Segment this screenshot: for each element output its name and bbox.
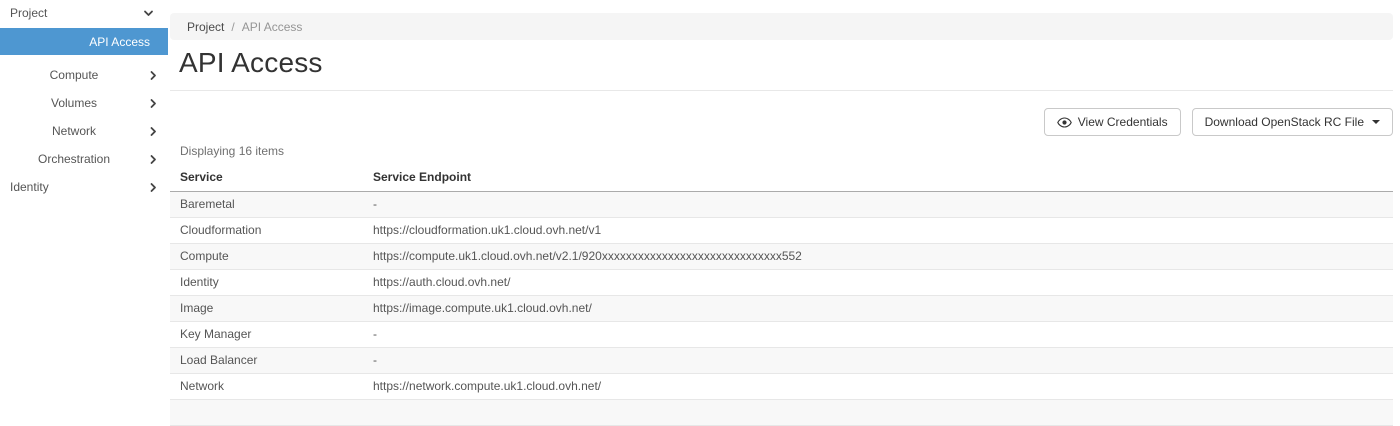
- chevron-right-icon: [148, 126, 159, 137]
- chevron-right-icon: [148, 70, 159, 81]
- sidebar-section-label: Network: [0, 124, 148, 138]
- page-title: API Access: [179, 47, 323, 79]
- sidebar-section[interactable]: Volumes: [0, 89, 168, 117]
- sidebar-item-identity[interactable]: Identity: [0, 173, 168, 201]
- download-rc-file-label: Download OpenStack RC File: [1205, 115, 1364, 129]
- caret-down-icon: [1372, 120, 1380, 124]
- column-header-service-endpoint: Service Endpoint: [363, 163, 1393, 191]
- sidebar-section[interactable]: Network: [0, 117, 168, 145]
- sidebar-api-access-label: API Access: [89, 35, 150, 49]
- table-row: Key Manager -: [170, 321, 1393, 347]
- view-credentials-label: View Credentials: [1078, 115, 1168, 129]
- service-cell: Compute: [170, 243, 363, 269]
- sidebar-project-label: Project: [10, 6, 47, 20]
- breadcrumb-project-link[interactable]: Project: [187, 20, 224, 34]
- table-row: Cloudformation https://cloudformation.uk…: [170, 217, 1393, 243]
- toolbar: View Credentials Download OpenStack RC F…: [1044, 108, 1393, 136]
- service-cell: Network: [170, 373, 363, 399]
- view-credentials-button[interactable]: View Credentials: [1044, 108, 1181, 136]
- chevron-right-icon: [148, 98, 159, 109]
- chevron-right-icon: [148, 182, 159, 193]
- table-header-row: Service Service Endpoint: [170, 163, 1393, 191]
- sidebar-section-label: Orchestration: [0, 152, 148, 166]
- sidebar-item-api-access[interactable]: API Access: [0, 28, 168, 55]
- chevron-right-icon: [148, 154, 159, 165]
- breadcrumb: Project / API Access: [170, 13, 1393, 40]
- sidebar: Project API Access Compute Volumes Netwo…: [0, 0, 168, 403]
- download-rc-file-button[interactable]: Download OpenStack RC File: [1192, 108, 1393, 136]
- sidebar-section-label: Volumes: [0, 96, 148, 110]
- breadcrumb-separator: /: [231, 20, 234, 34]
- sidebar-identity-label: Identity: [10, 180, 49, 194]
- service-cell: Load Balancer: [170, 347, 363, 373]
- endpoints-table: Service Service Endpoint Baremetal - Clo…: [170, 163, 1393, 426]
- main-content: Project / API Access API Access View Cre…: [170, 0, 1393, 403]
- eye-icon: [1057, 117, 1072, 128]
- service-cell: Key Manager: [170, 321, 363, 347]
- table-row: Load Balancer -: [170, 347, 1393, 373]
- service-cell: Baremetal: [170, 191, 363, 217]
- service-endpoint-cell: https://auth.cloud.ovh.net/: [363, 269, 1393, 295]
- service-endpoint-cell: -: [363, 321, 1393, 347]
- chevron-down-icon: [143, 8, 154, 19]
- service-endpoint-cell: https://compute.uk1.cloud.ovh.net/v2.1/9…: [363, 243, 1393, 269]
- sidebar-section[interactable]: Compute: [0, 61, 168, 89]
- table-row: Identity https://auth.cloud.ovh.net/: [170, 269, 1393, 295]
- service-endpoint-cell: https://image.compute.uk1.cloud.ovh.net/: [363, 295, 1393, 321]
- title-divider: [170, 90, 1393, 91]
- service-endpoint-cell: https://cloudformation.uk1.cloud.ovh.net…: [363, 217, 1393, 243]
- service-cell: Identity: [170, 269, 363, 295]
- column-header-service: Service: [170, 163, 363, 191]
- sidebar-section[interactable]: Orchestration: [0, 145, 168, 173]
- service-cell: Cloudformation: [170, 217, 363, 243]
- service-endpoint-cell: https://network.compute.uk1.cloud.ovh.ne…: [363, 373, 1393, 399]
- sidebar-sections: Compute Volumes Network Orchestration: [0, 61, 168, 173]
- table-summary: Displaying 16 items: [180, 144, 284, 158]
- endpoints-table-wrap: Service Service Endpoint Baremetal - Clo…: [170, 163, 1393, 426]
- table-row: Baremetal -: [170, 191, 1393, 217]
- table-row: Image https://image.compute.uk1.cloud.ov…: [170, 295, 1393, 321]
- sidebar-item-project[interactable]: Project: [0, 0, 168, 26]
- breadcrumb-current: API Access: [242, 20, 303, 34]
- table-row: Compute https://compute.uk1.cloud.ovh.ne…: [170, 243, 1393, 269]
- service-cell: Image: [170, 295, 363, 321]
- table-row: Network https://network.compute.uk1.clou…: [170, 373, 1393, 399]
- service-endpoint-cell: -: [363, 191, 1393, 217]
- sidebar-section-label: Compute: [0, 68, 148, 82]
- service-endpoint-cell: -: [363, 347, 1393, 373]
